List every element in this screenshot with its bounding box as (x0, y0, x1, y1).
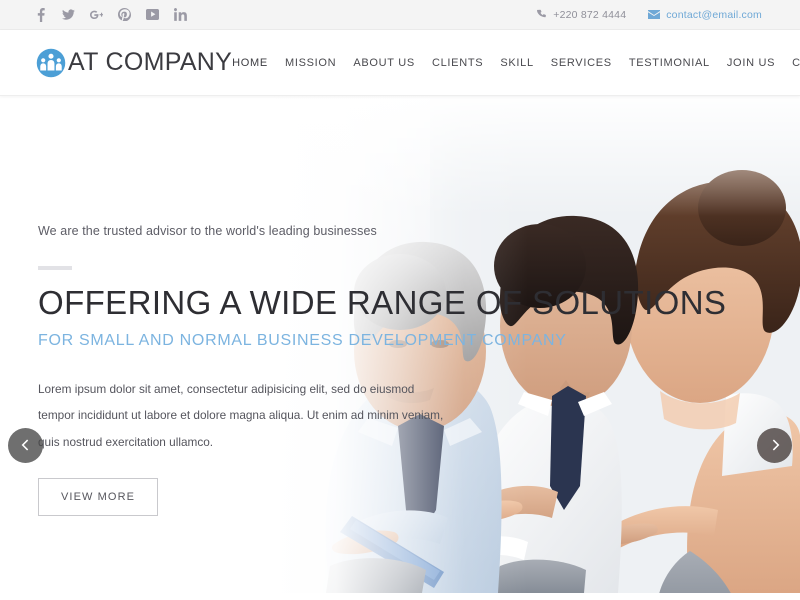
hero-paragraph: Lorem ipsum dolor sit amet, consectetur … (38, 381, 444, 449)
hero-headline: OFFERING A WIDE RANGE OF SOLUTIONS (38, 284, 727, 321)
phone-contact[interactable]: +220 872 4444 (536, 9, 626, 21)
email-address: contact@email.com (666, 8, 762, 21)
hero-tagline: We are the trusted advisor to the world'… (38, 224, 377, 238)
people-circle-logo-icon (36, 48, 66, 78)
nav-item-skill[interactable]: SKILL (500, 57, 533, 69)
nav-item-join-us[interactable]: JOIN US (727, 57, 775, 69)
hero-content: We are the trusted advisor to the world'… (38, 224, 727, 516)
pinterest-icon[interactable] (118, 8, 131, 22)
site-header: AT COMPANY HOME MISSION ABOUT US CLIENTS… (0, 30, 800, 96)
main-navigation: HOME MISSION ABOUT US CLIENTS SKILL SERV… (232, 55, 800, 70)
phone-icon (536, 9, 547, 20)
hero-slider: We are the trusted advisor to the world'… (0, 96, 800, 593)
email-contact[interactable]: contact@email.com (648, 9, 762, 21)
nav-item-contact[interactable]: CONTACT (792, 57, 800, 69)
nav-item-services[interactable]: SERVICES (551, 57, 612, 69)
nav-item-about-us[interactable]: ABOUT US (353, 57, 415, 69)
hero-subheadline: FOR SMALL AND NORMAL BUSINESS DEVELOPMEN… (38, 331, 567, 349)
top-bar-contact: +220 872 4444 contact@email.com (536, 9, 762, 21)
linkedin-icon[interactable] (174, 8, 187, 22)
nav-item-home[interactable]: HOME (232, 57, 268, 69)
envelope-icon (648, 10, 661, 19)
nav-item-clients[interactable]: CLIENTS (432, 57, 483, 69)
hero-top-fade (0, 96, 800, 216)
phone-number: +220 872 4444 (553, 8, 627, 21)
facebook-icon[interactable] (34, 7, 47, 22)
twitter-icon[interactable] (62, 8, 75, 22)
slider-prev-button[interactable] (8, 428, 43, 463)
chevron-left-icon (19, 439, 33, 453)
youtube-icon[interactable] (146, 8, 159, 22)
nav-item-mission[interactable]: MISSION (285, 57, 336, 69)
brand-logo[interactable]: AT COMPANY (36, 48, 232, 78)
nav-item-testimonial[interactable]: TESTIMONIAL (629, 57, 710, 69)
google-plus-icon[interactable] (90, 8, 103, 22)
slider-next-button[interactable] (757, 428, 792, 463)
hero-divider (38, 266, 72, 270)
top-bar: +220 872 4444 contact@email.com (0, 0, 800, 30)
brand-name: AT COMPANY (68, 48, 233, 76)
chevron-right-icon (768, 439, 782, 453)
view-more-button[interactable]: VIEW MORE (38, 477, 159, 516)
social-links (34, 7, 187, 22)
